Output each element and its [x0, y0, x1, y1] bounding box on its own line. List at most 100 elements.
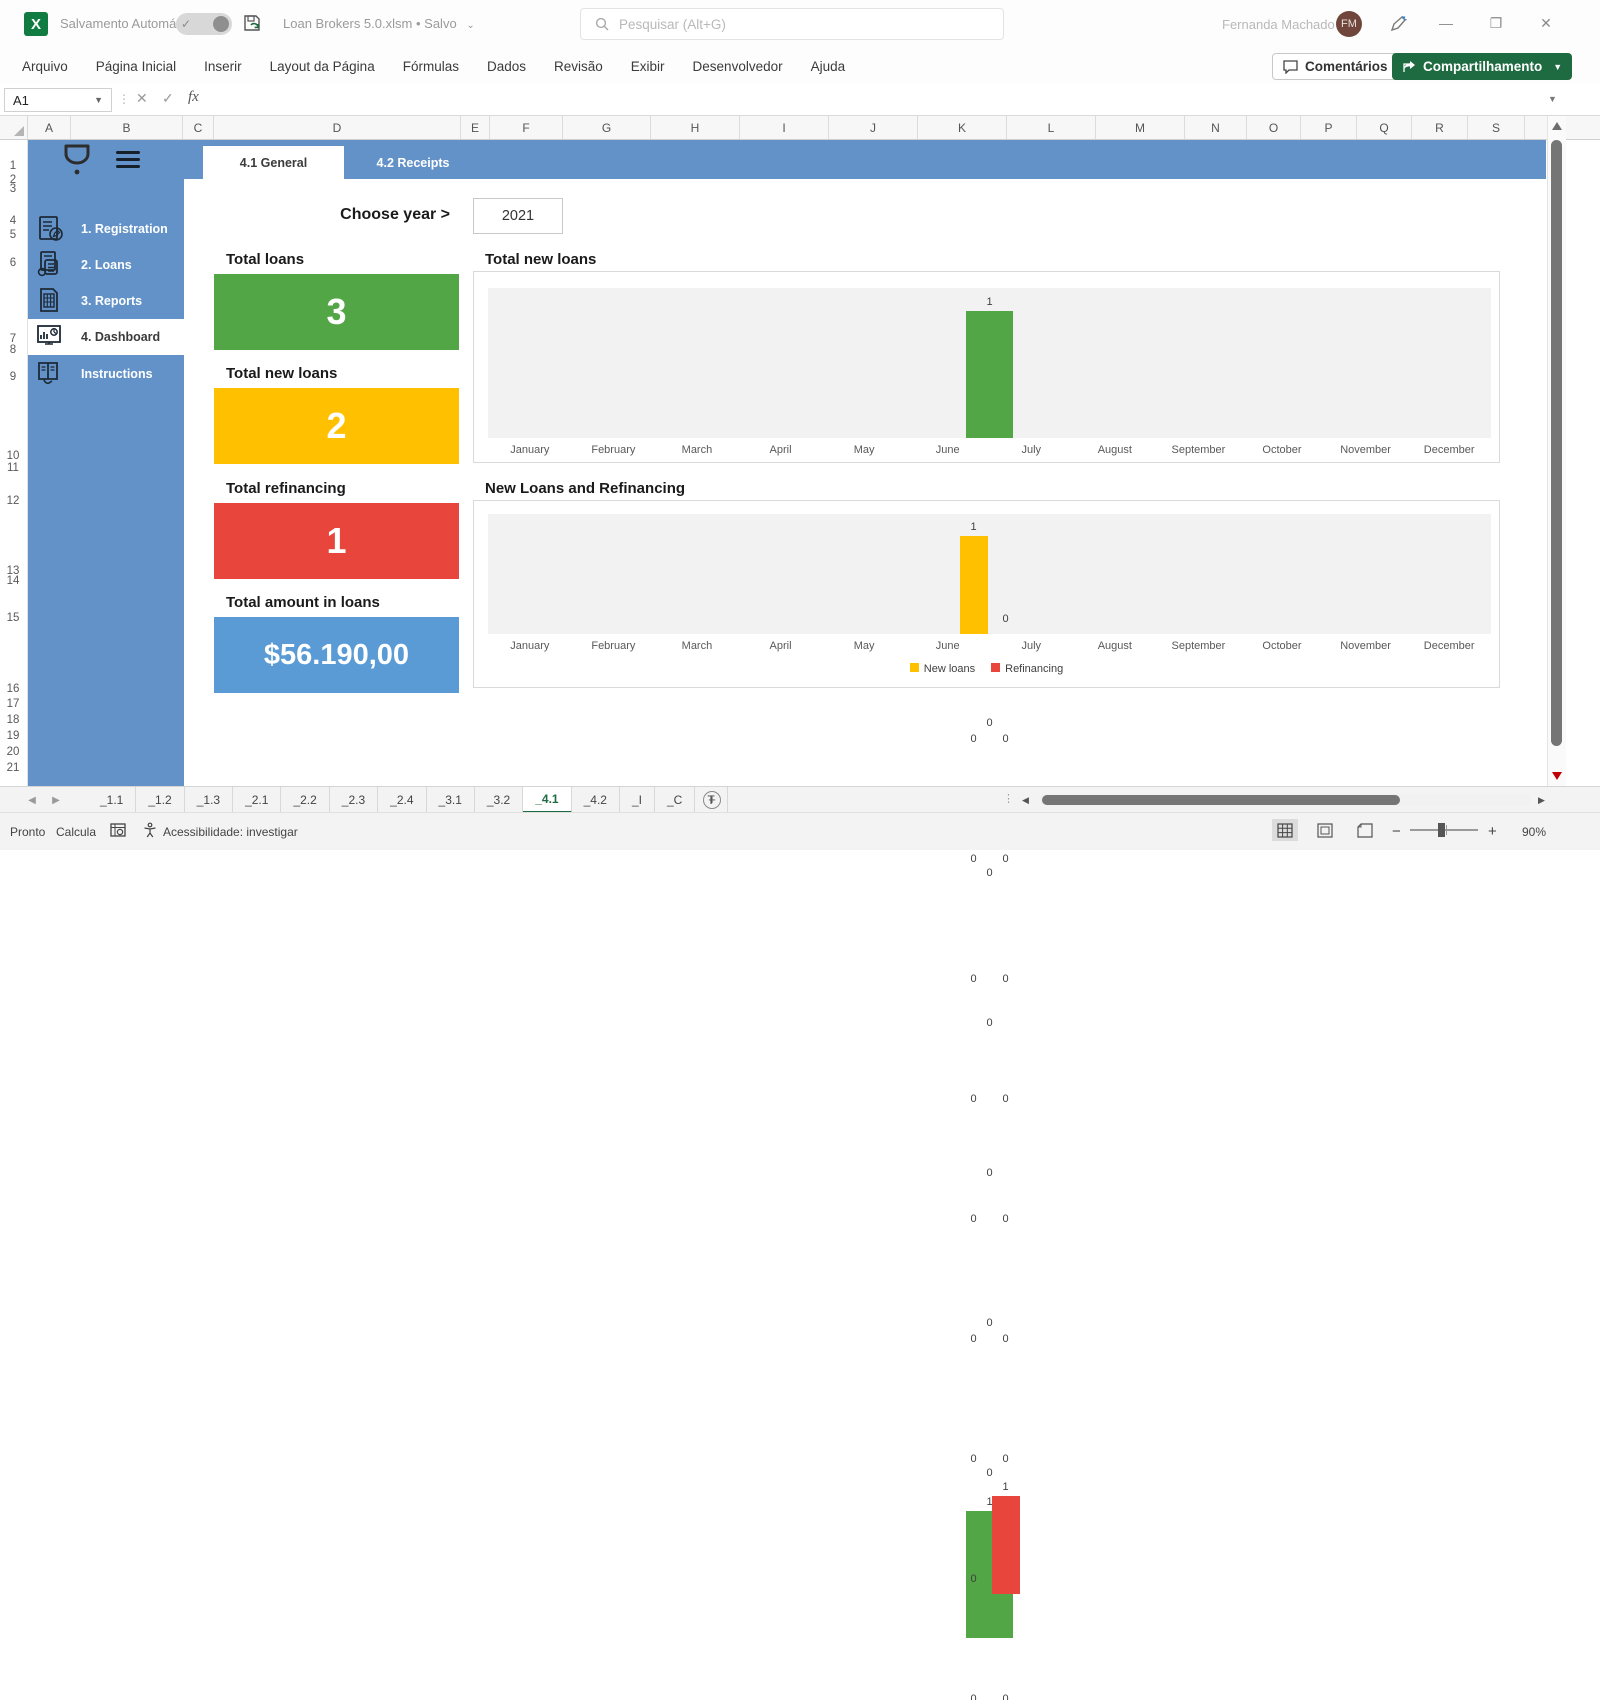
strip-divider-dots[interactable]: ⋮: [1003, 792, 1014, 805]
select-all-corner[interactable]: [0, 116, 28, 139]
sheet-tab-C[interactable]: _C: [655, 787, 695, 813]
name-box[interactable]: A1 ▼: [4, 88, 112, 112]
document-title[interactable]: Loan Brokers 5.0.xlsm • Salvo ⌄: [283, 16, 475, 31]
vertical-scrollbar[interactable]: [1547, 116, 1566, 786]
vscroll-down-icon[interactable]: [1552, 772, 1562, 780]
sidebar-item--loans[interactable]: 2. Loans: [28, 247, 185, 283]
column-header-N[interactable]: N: [1185, 116, 1247, 139]
zoom-slider-thumb[interactable]: [1438, 823, 1445, 837]
menu-tab-página-inicial[interactable]: Página Inicial: [82, 59, 190, 74]
menu-tab-dados[interactable]: Dados: [473, 59, 540, 74]
sheet-nav-right-icon[interactable]: ▶: [46, 787, 66, 813]
share-button[interactable]: Compartilhamento ▼: [1392, 53, 1572, 80]
menu-tab-fórmulas[interactable]: Fórmulas: [389, 59, 473, 74]
add-sheet-button[interactable]: +: [703, 791, 721, 809]
insert-function-icon[interactable]: fx: [188, 89, 199, 106]
row-header-10[interactable]: 10: [0, 450, 26, 462]
row-header-6[interactable]: 6: [0, 257, 26, 269]
row-header-16[interactable]: 16: [0, 683, 26, 695]
column-header-K[interactable]: K: [918, 116, 1007, 139]
row-header-9[interactable]: 9: [0, 371, 26, 383]
row-header-14[interactable]: 14: [0, 575, 26, 587]
sheet-tab-32[interactable]: _3.2: [475, 787, 523, 813]
column-header-A[interactable]: A: [28, 116, 71, 139]
column-header-L[interactable]: L: [1007, 116, 1096, 139]
column-header-B[interactable]: B: [71, 116, 183, 139]
formula-bar-expand-icon[interactable]: ▼: [1548, 94, 1557, 104]
row-header-1[interactable]: 1: [0, 160, 26, 172]
normal-view-button[interactable]: [1272, 819, 1298, 841]
row-header-4[interactable]: 4: [0, 215, 26, 227]
row-header-11[interactable]: 11: [0, 462, 26, 474]
sheet-tab-13[interactable]: _1.3: [185, 787, 233, 813]
tab-4-2-receipts[interactable]: 4.2 Receipts: [345, 146, 481, 179]
zoom-level[interactable]: 90%: [1522, 825, 1546, 839]
calc-status[interactable]: Calcula: [56, 825, 96, 839]
sheet-tab-41[interactable]: _4.1: [523, 787, 571, 813]
sheet-tab-24[interactable]: _2.4: [378, 787, 426, 813]
column-header-I[interactable]: I: [740, 116, 829, 139]
column-header-G[interactable]: G: [563, 116, 651, 139]
feedback-pen-icon[interactable]: [1388, 14, 1408, 34]
hscroll-right-icon[interactable]: ▶: [1538, 795, 1545, 806]
sheet-tab-12[interactable]: _1.2: [136, 787, 184, 813]
restore-button[interactable]: ❐: [1487, 14, 1505, 32]
row-header-12[interactable]: 12: [0, 495, 26, 507]
macro-record-icon[interactable]: [110, 822, 126, 838]
sheet-tab-23[interactable]: _2.3: [330, 787, 378, 813]
column-header-E[interactable]: E: [461, 116, 490, 139]
accessibility-icon[interactable]: [142, 822, 158, 838]
column-header-C[interactable]: C: [183, 116, 214, 139]
close-button[interactable]: ✕: [1537, 14, 1555, 32]
sidebar-item-instructions[interactable]: Instructions: [28, 356, 185, 392]
column-header-D[interactable]: D: [214, 116, 461, 139]
search-input[interactable]: Pesquisar (Alt+G): [580, 8, 1004, 40]
column-header-Q[interactable]: Q: [1357, 116, 1412, 139]
menu-tab-exibir[interactable]: Exibir: [617, 59, 679, 74]
user-name[interactable]: Fernanda Machado: [1222, 17, 1335, 32]
sidebar-item--reports[interactable]: 3. Reports: [28, 283, 185, 319]
menu-tab-arquivo[interactable]: Arquivo: [8, 59, 82, 74]
column-header-H[interactable]: H: [651, 116, 740, 139]
row-header-21[interactable]: 21: [0, 762, 26, 774]
zoom-in-button[interactable]: +: [1488, 823, 1497, 840]
save-icon[interactable]: [242, 13, 262, 33]
enter-icon[interactable]: ✓: [162, 90, 174, 107]
sheet-tab-22[interactable]: _2.2: [281, 787, 329, 813]
column-header-O[interactable]: O: [1247, 116, 1301, 139]
menu-tab-layout-da-página[interactable]: Layout da Página: [256, 59, 389, 74]
sidebar-item--dashboard[interactable]: 4. Dashboard: [28, 319, 185, 355]
menu-tab-inserir[interactable]: Inserir: [190, 59, 256, 74]
vscroll-up-icon[interactable]: [1552, 122, 1562, 130]
column-header-S[interactable]: S: [1468, 116, 1525, 139]
accessibility-status[interactable]: Acessibilidade: investigar: [163, 825, 298, 839]
sheet-tab-42[interactable]: _4.2: [572, 787, 620, 813]
sheet-tab-21[interactable]: _2.1: [233, 787, 281, 813]
sheet-tab-11[interactable]: _1.1: [88, 787, 136, 813]
menu-tab-desenvolvedor[interactable]: Desenvolvedor: [679, 59, 797, 74]
hscroll-left-icon[interactable]: ◀: [1022, 795, 1029, 806]
row-header-18[interactable]: 18: [0, 714, 26, 726]
row-header-20[interactable]: 20: [0, 746, 26, 758]
menu-tab-revisão[interactable]: Revisão: [540, 59, 617, 74]
column-header-P[interactable]: P: [1301, 116, 1357, 139]
column-header-R[interactable]: R: [1412, 116, 1468, 139]
sheet-tab-I[interactable]: _I: [620, 787, 655, 813]
tab-4-1-general[interactable]: 4.1 General: [203, 146, 344, 179]
column-header-F[interactable]: F: [490, 116, 563, 139]
formula-input[interactable]: [212, 86, 1542, 114]
row-header-17[interactable]: 17: [0, 698, 26, 710]
excel-app-icon[interactable]: X: [24, 12, 48, 36]
comments-button[interactable]: Comentários: [1272, 53, 1399, 80]
row-header-19[interactable]: 19: [0, 730, 26, 742]
column-header-J[interactable]: J: [829, 116, 918, 139]
row-header-15[interactable]: 15: [0, 612, 26, 624]
page-break-view-button[interactable]: [1352, 819, 1378, 841]
page-layout-view-button[interactable]: [1312, 819, 1338, 841]
minimize-button[interactable]: —: [1437, 14, 1455, 32]
sidebar-item--registration[interactable]: 1. Registration: [28, 211, 185, 247]
menu-hamburger-icon[interactable]: [116, 151, 140, 168]
horizontal-scroll-thumb[interactable]: [1042, 795, 1400, 805]
vertical-scroll-thumb[interactable]: [1551, 140, 1562, 746]
cancel-icon[interactable]: ✕: [136, 90, 148, 107]
